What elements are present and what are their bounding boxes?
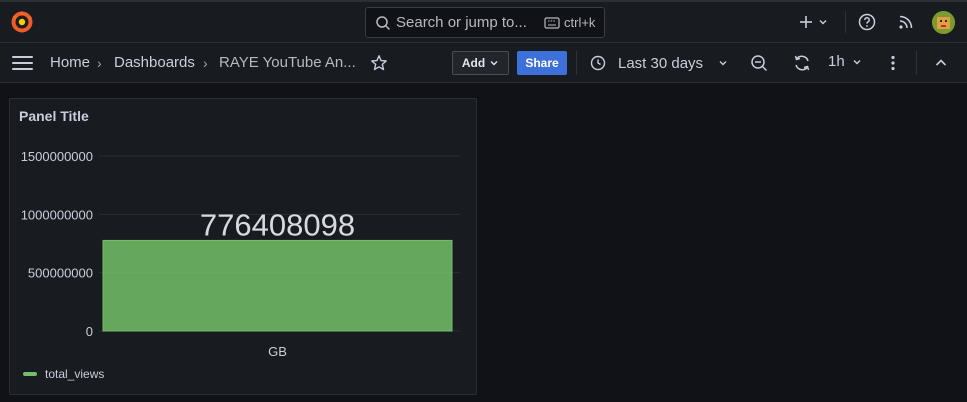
share-button-label: Share (525, 56, 559, 70)
chevron-down-icon (819, 20, 827, 25)
avatar-image (932, 11, 955, 34)
y-tick-label: 1500000000 (21, 149, 93, 164)
y-tick-label: 500000000 (28, 266, 93, 281)
news-feed-icon[interactable] (898, 14, 914, 30)
breadcrumb-current-dashboard: RAYE YouTube An... (219, 54, 356, 71)
search-icon (376, 15, 391, 30)
keyboard-icon (544, 17, 560, 29)
legend-color-swatch (23, 372, 37, 376)
time-range-label: Last 30 days (618, 54, 704, 72)
help-icon[interactable] (858, 13, 876, 31)
divider (916, 51, 917, 75)
dashboard-panel[interactable]: Panel Title 0 500000000 1000000000 15000000… (9, 98, 477, 395)
legend-series-label: total_views (45, 367, 105, 381)
breadcrumb-dashboards[interactable]: Dashboards (114, 54, 195, 71)
refresh-interval-label: 1h (828, 53, 845, 70)
divider (576, 51, 577, 75)
grafana-logo-icon[interactable] (10, 10, 34, 34)
refresh-interval-picker[interactable]: 1h (828, 53, 863, 70)
more-options-icon[interactable] (886, 54, 900, 72)
bar-value-label: 776408098 (200, 207, 355, 242)
hamburger-menu-icon[interactable] (12, 55, 33, 71)
breadcrumb-separator-icon: › (97, 55, 102, 71)
chevron-up-icon[interactable] (933, 55, 949, 71)
clock-icon (590, 55, 606, 71)
dashboard-nav-bar: Home › Dashboards › RAYE YouTube An... A… (0, 43, 967, 83)
user-avatar[interactable] (932, 11, 955, 34)
chart-legend[interactable]: total_views (23, 367, 104, 381)
zoom-out-icon[interactable] (750, 54, 768, 72)
search-bar[interactable]: Search or jump to... ctrl+k (365, 7, 605, 38)
breadcrumb-home[interactable]: Home (50, 54, 90, 71)
y-tick-label: 0 (86, 324, 93, 339)
bar-chart: 0 500000000 1000000000 1500000000 776408098 G… (21, 149, 460, 359)
chevron-down-icon (490, 61, 498, 66)
x-tick-label: GB (268, 344, 287, 359)
bar (102, 239, 453, 332)
share-button[interactable]: Share (517, 51, 567, 75)
plus-icon (800, 16, 812, 28)
top-bar: Search or jump to... ctrl+k (0, 0, 967, 43)
chevron-down-icon (853, 59, 861, 64)
y-tick-label: 1000000000 (21, 207, 93, 222)
add-button-label: Add (461, 56, 486, 70)
time-range-picker[interactable]: Last 30 days (590, 51, 729, 75)
chevron-down-icon (719, 61, 727, 66)
new-menu-button[interactable] (798, 12, 832, 32)
divider (845, 11, 846, 33)
search-placeholder: Search or jump to... (396, 14, 527, 31)
refresh-icon[interactable] (793, 54, 811, 72)
add-button[interactable]: Add (452, 51, 509, 75)
star-icon[interactable] (370, 54, 388, 72)
search-shortcut: ctrl+k (564, 15, 596, 30)
breadcrumb-separator-icon: › (203, 55, 208, 71)
